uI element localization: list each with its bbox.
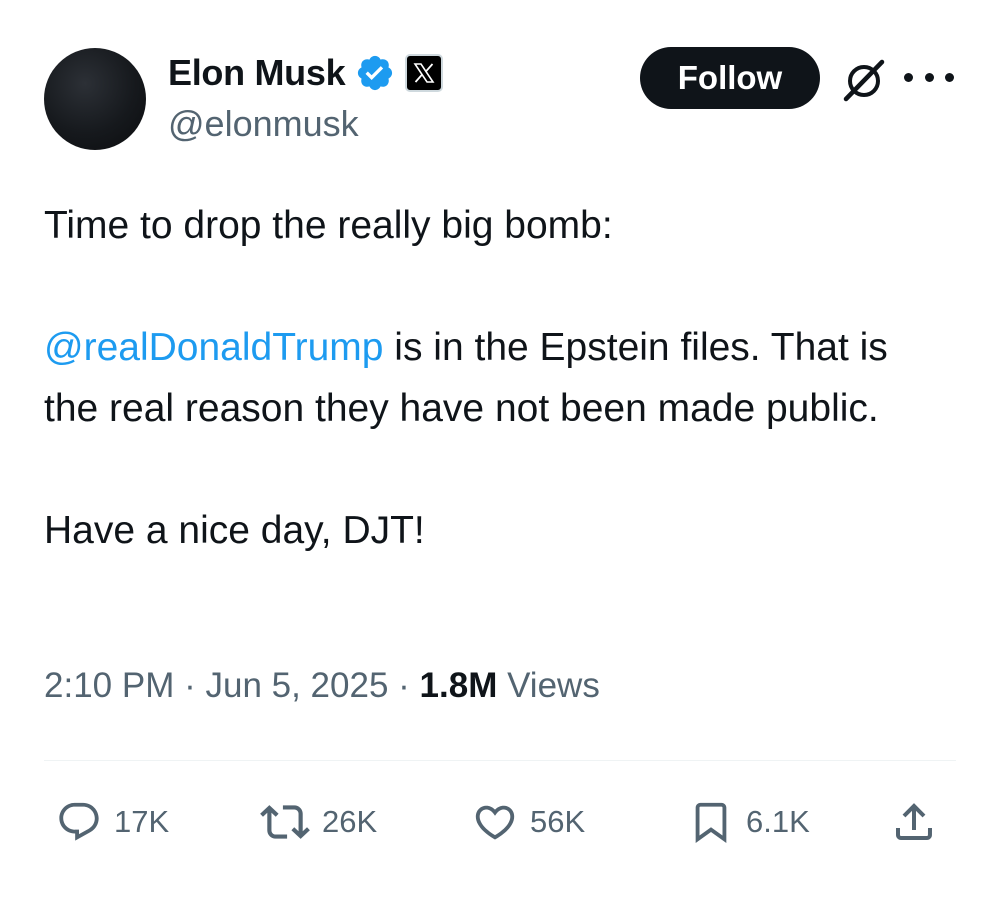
bookmark-count: 6.1K (746, 804, 810, 839)
reply-icon (56, 799, 102, 845)
views-label: Views (507, 666, 600, 705)
reply-count: 17K (114, 804, 170, 839)
tweet-time[interactable]: 2:10 PM (44, 666, 174, 705)
tweet-meta: 2:10 PM · Jun 5, 2025 · 1.8M Views (44, 666, 600, 706)
tweet-text-line: Have a nice day, DJT! (44, 509, 425, 552)
more-options-icon[interactable] (904, 64, 954, 90)
follow-button[interactable]: Follow (640, 47, 820, 109)
share-icon (890, 798, 938, 846)
author-handle[interactable]: @elonmusk (168, 103, 359, 145)
divider (44, 760, 956, 761)
bookmark-icon (688, 799, 734, 845)
repost-icon (260, 797, 310, 847)
tweet-text-paragraph: @realDonaldTrump is in the Epstein files… (44, 317, 944, 439)
tweet-text: Time to drop the really big bomb: @realD… (44, 195, 944, 561)
mention-link[interactable]: @realDonaldTrump (44, 326, 383, 369)
meta-separator: · (398, 666, 410, 705)
like-button[interactable]: 56K (472, 794, 585, 850)
author-name-row: Elon Musk (168, 50, 444, 96)
views-count: 1.8M (419, 666, 498, 705)
author-display-name[interactable]: Elon Musk (168, 52, 346, 94)
repost-count: 26K (322, 804, 378, 839)
tweet-text-line: Time to drop the really big bomb: (44, 204, 613, 247)
repost-button[interactable]: 26K (260, 794, 377, 850)
grok-icon[interactable] (840, 56, 888, 104)
heart-icon (472, 799, 518, 845)
share-button[interactable] (890, 794, 938, 850)
x-logo-icon[interactable] (405, 54, 444, 92)
tweet-date[interactable]: Jun 5, 2025 (205, 666, 388, 705)
tweet-card: Elon Musk @elonmusk Follow Time to drop … (0, 0, 1000, 901)
reply-button[interactable]: 17K (56, 794, 169, 850)
bookmark-button[interactable]: 6.1K (688, 794, 810, 850)
avatar[interactable] (44, 48, 146, 150)
meta-separator: · (184, 666, 196, 705)
like-count: 56K (530, 804, 586, 839)
verified-badge-icon[interactable] (355, 53, 395, 93)
